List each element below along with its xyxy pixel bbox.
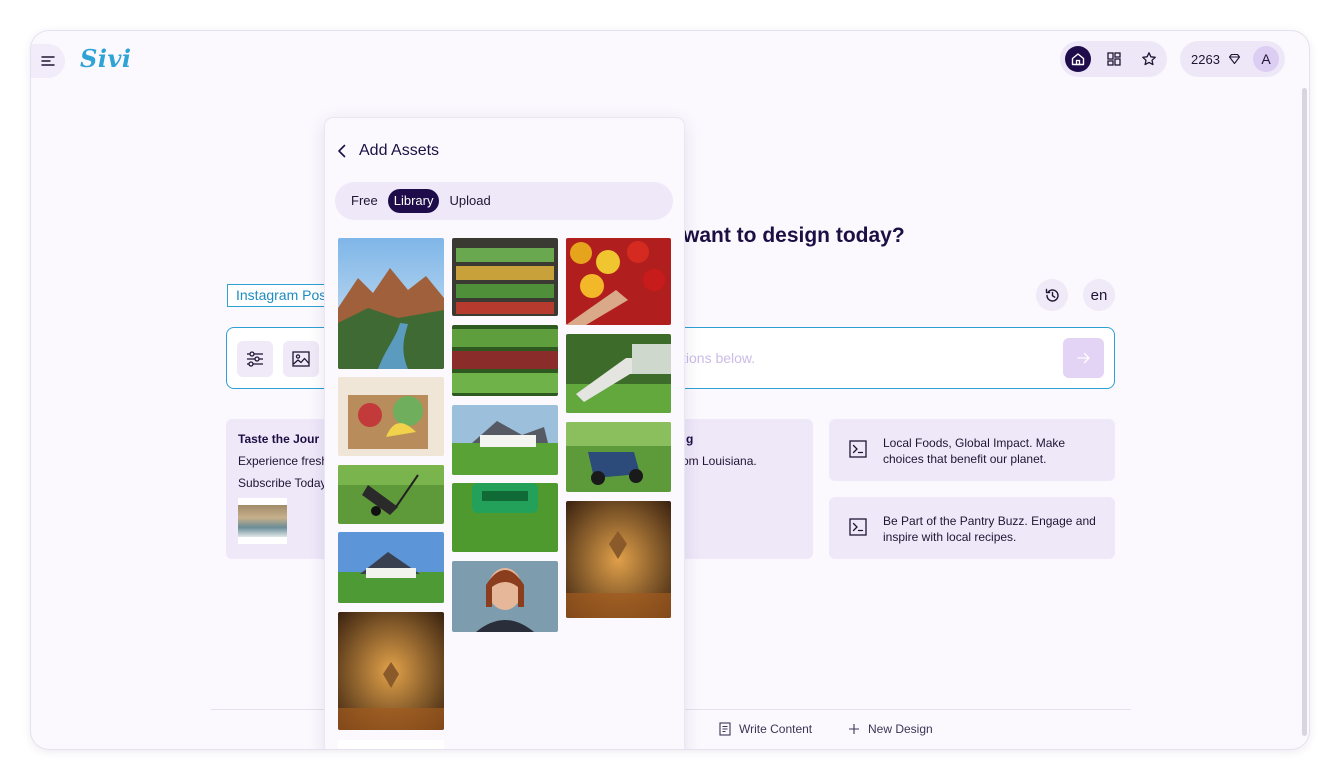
document-icon [719, 722, 731, 736]
plus-icon [849, 724, 859, 734]
prompt-icon [849, 440, 867, 458]
design-type-chip[interactable]: Instagram Post [227, 284, 332, 307]
menu-icon [41, 56, 55, 66]
star-icon [1142, 52, 1157, 66]
asset-thumbnail[interactable] [566, 422, 671, 492]
home-icon [1071, 53, 1085, 66]
panel-header: Add Assets [337, 142, 439, 160]
card-text: rom Louisiana. [678, 454, 757, 468]
add-assets-panel: Add Assets Free Library Upload [325, 118, 684, 749]
app-window: Sivi 2263 A want to design today? Instag… [31, 31, 1309, 749]
asset-thumbnail[interactable] [452, 325, 558, 396]
footer-label: New Design [868, 722, 933, 736]
asset-thumbnail[interactable] [566, 238, 671, 325]
language-button[interactable]: en [1083, 279, 1115, 311]
card-text: Subscribe Today [238, 476, 327, 490]
credits-count: 2263 [1191, 51, 1220, 67]
back-arrow-icon[interactable] [337, 144, 347, 158]
suggestion-card[interactable]: Local Foods, Global Impact. Make choices… [829, 419, 1115, 481]
card-thumbnail [238, 498, 287, 544]
send-button[interactable] [1063, 338, 1104, 378]
prompt-placeholder: tions below. [682, 350, 756, 366]
card-title: Taste the Jour [238, 432, 320, 446]
history-button[interactable] [1036, 279, 1068, 311]
tab-library[interactable]: Library [387, 189, 440, 213]
footer-label: Write Content [739, 722, 813, 736]
asset-tabs: Free Library Upload [335, 182, 673, 220]
scrollbar[interactable] [1302, 88, 1307, 736]
prompt-icon [849, 518, 867, 536]
asset-thumbnail[interactable] [452, 561, 558, 632]
credits-badge[interactable]: 2263 A [1180, 41, 1285, 77]
arrow-right-icon [1076, 352, 1090, 364]
asset-thumbnail[interactable] [338, 377, 444, 456]
nav-group [1060, 41, 1167, 77]
favorites-button[interactable] [1136, 46, 1162, 72]
menu-button[interactable] [31, 44, 65, 78]
add-image-button[interactable] [283, 341, 319, 377]
asset-thumbnail[interactable] [338, 532, 444, 603]
write-content-button[interactable]: Write Content [719, 722, 812, 736]
asset-thumbnail[interactable] [338, 238, 444, 369]
tab-free[interactable]: Free [345, 189, 384, 213]
history-icon [1045, 288, 1059, 302]
asset-thumbnail[interactable] [338, 612, 444, 730]
asset-thumbnail[interactable] [338, 465, 444, 524]
templates-button[interactable] [1101, 46, 1127, 72]
suggestion-text: Local Foods, Global Impact. Make choices… [883, 436, 1066, 466]
panel-title: Add Assets [359, 142, 440, 159]
avatar[interactable]: A [1253, 46, 1279, 72]
sliders-icon [247, 351, 263, 367]
card-text: Experience fresh [238, 454, 329, 468]
asset-thumbnail[interactable] [452, 483, 558, 552]
asset-thumbnail[interactable] [338, 740, 444, 749]
home-button[interactable] [1065, 46, 1091, 72]
tab-upload[interactable]: Upload [443, 189, 496, 213]
diamond-icon [1228, 53, 1240, 65]
grid-icon [1106, 52, 1121, 66]
card-title: g [686, 432, 694, 446]
asset-thumbnail[interactable] [566, 334, 671, 413]
image-icon [292, 351, 310, 367]
settings-button[interactable] [237, 341, 273, 377]
asset-thumbnail[interactable] [452, 405, 558, 475]
new-design-button[interactable]: New Design [848, 722, 933, 736]
asset-thumbnail[interactable] [452, 238, 558, 316]
suggestion-text: Be Part of the Pantry Buzz. Engage and i… [883, 514, 1096, 544]
suggestion-card[interactable]: Be Part of the Pantry Buzz. Engage and i… [829, 497, 1115, 559]
app-logo[interactable]: Sivi [80, 44, 132, 73]
page-title: want to design today? [683, 224, 905, 247]
asset-thumbnail[interactable] [566, 501, 671, 618]
